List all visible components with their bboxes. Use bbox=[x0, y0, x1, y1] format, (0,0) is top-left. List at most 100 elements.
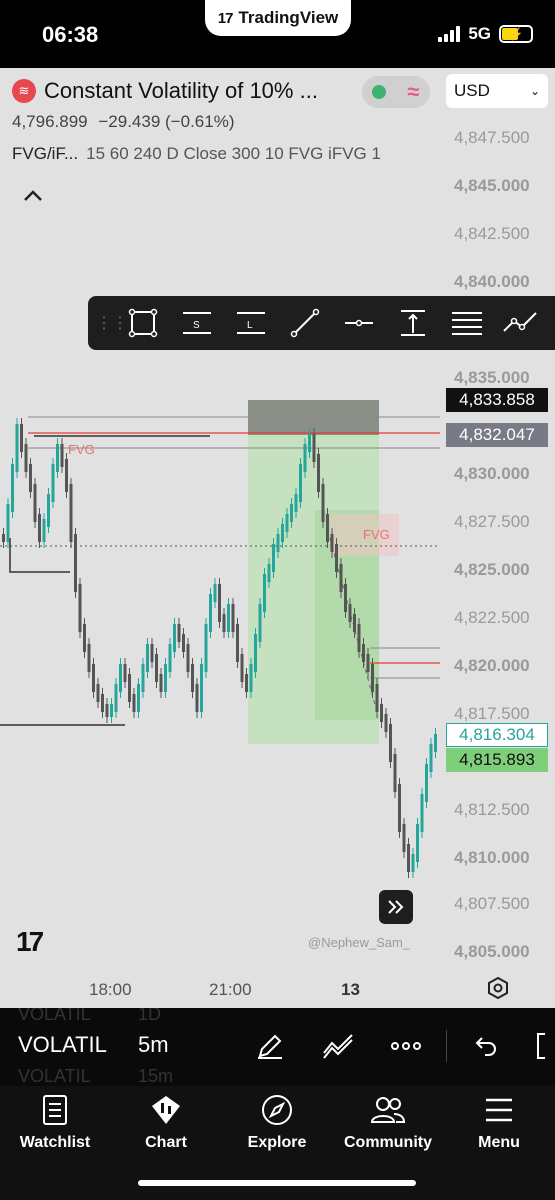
candle-body bbox=[24, 444, 28, 472]
svg-text:S: S bbox=[193, 320, 200, 331]
candle-body bbox=[294, 494, 298, 512]
symbol-search-button[interactable]: VOLATIL bbox=[18, 1032, 107, 1058]
ghost-symbol-above: VOLATIL bbox=[18, 1008, 91, 1024]
status-bar: 06:38 17 TradingView 5G ⚡ bbox=[0, 0, 555, 68]
candle-body bbox=[11, 464, 14, 512]
drawing-toolbar[interactable]: ⋮⋮ S L bbox=[88, 296, 555, 350]
interval-button[interactable]: 5m bbox=[138, 1032, 169, 1058]
price-axis-label: 4,820.000 bbox=[454, 656, 530, 675]
candle-body bbox=[254, 634, 257, 672]
tab-watchlist[interactable]: Watchlist bbox=[0, 1094, 110, 1152]
tab-label-community: Community bbox=[344, 1134, 432, 1151]
drawing-pen-icon[interactable] bbox=[252, 1028, 288, 1064]
candle-body bbox=[51, 464, 55, 502]
candle-body bbox=[213, 584, 217, 602]
candle-body bbox=[60, 444, 64, 467]
candle-body bbox=[308, 434, 311, 452]
indicator-legend[interactable]: FVG/iF... 15 60 240 D Close 300 10 FVG iF… bbox=[12, 144, 442, 164]
candle-body bbox=[222, 614, 226, 632]
chart-settings-icon[interactable] bbox=[486, 976, 510, 1000]
candle-body bbox=[281, 524, 284, 542]
candle-body bbox=[74, 534, 77, 592]
symbol-name[interactable]: Constant Volatility of 10% ... bbox=[44, 78, 318, 104]
dynamic-island-app-badge[interactable]: 17 TradingView bbox=[205, 0, 351, 36]
price-badge-level-b: 4,832.047 bbox=[446, 423, 548, 447]
candle-body bbox=[326, 514, 329, 542]
candle-body bbox=[96, 684, 100, 702]
tab-chart[interactable]: Chart bbox=[111, 1094, 221, 1152]
indicators-icon[interactable] bbox=[320, 1028, 356, 1064]
candle-body bbox=[272, 544, 275, 572]
price-change: −29.439 (−0.61%) bbox=[98, 112, 235, 131]
candle-body bbox=[173, 624, 176, 652]
candle-body bbox=[245, 674, 248, 692]
candle-body bbox=[38, 514, 41, 542]
more-options-icon[interactable] bbox=[388, 1028, 424, 1064]
candle-body bbox=[105, 704, 109, 717]
currency-select[interactable]: USD ⌄ bbox=[446, 74, 548, 108]
quote-row: 4,796.899 −29.439 (−0.61%) bbox=[12, 112, 442, 132]
price-axis-label: 4,810.000 bbox=[454, 848, 530, 867]
trendline-icon[interactable] bbox=[278, 296, 332, 350]
candle-body bbox=[155, 654, 158, 682]
candle-body bbox=[371, 664, 374, 692]
fvg-label-left: FVG bbox=[68, 442, 95, 457]
price-range-icon[interactable] bbox=[386, 296, 440, 350]
bottom-tab-bar[interactable]: Watchlist Chart Explore Community Menu bbox=[0, 1086, 555, 1200]
candle-body bbox=[177, 624, 181, 642]
candle-body bbox=[29, 464, 32, 492]
rectangle-icon[interactable] bbox=[116, 296, 170, 350]
candle-body bbox=[344, 584, 347, 612]
fvg-label-right: FVG bbox=[363, 527, 390, 542]
candle-body bbox=[362, 644, 365, 662]
level-lines-icon[interactable]: L bbox=[224, 296, 278, 350]
candle-body bbox=[335, 544, 338, 572]
chart-area[interactable]: FVG FVG ≋ Constant Volatility of 10% ...… bbox=[0, 68, 555, 1008]
candle-body bbox=[258, 604, 262, 642]
candle-body bbox=[56, 444, 59, 472]
chart-bottom-toolbar[interactable]: VOLATIL 1D VOLATIL 5m VOLATIL 15m bbox=[0, 1008, 555, 1086]
candle-body bbox=[2, 534, 5, 542]
candle-body bbox=[195, 684, 199, 712]
candle-body bbox=[159, 674, 163, 692]
candle-body bbox=[78, 584, 82, 632]
tab-explore[interactable]: Explore bbox=[222, 1094, 332, 1152]
candle-body bbox=[110, 704, 113, 717]
candle-body bbox=[357, 624, 361, 652]
candle-body bbox=[425, 764, 428, 802]
tab-community[interactable]: Community bbox=[333, 1094, 443, 1152]
status-indicators: 5G ⚡ bbox=[438, 24, 533, 44]
collapse-legend-chevron-icon[interactable] bbox=[22, 186, 44, 209]
fullscreen-icon[interactable] bbox=[532, 1028, 555, 1064]
price-axis-label: 4,807.500 bbox=[454, 894, 530, 913]
network-label: 5G bbox=[468, 24, 491, 43]
candle-body bbox=[276, 534, 280, 552]
price-badge-level-a: 4,833.858 bbox=[446, 388, 548, 412]
toolbar-divider bbox=[446, 1030, 447, 1062]
support-lines-icon[interactable]: S bbox=[170, 296, 224, 350]
candle-body bbox=[231, 604, 235, 632]
tab-label-watchlist: Watchlist bbox=[19, 1134, 91, 1151]
candle-body bbox=[285, 514, 289, 532]
candle-body bbox=[330, 534, 334, 552]
time-label-day: 13 bbox=[341, 980, 360, 999]
price-axis-label: 4,840.000 bbox=[454, 272, 530, 291]
market-status-toggle[interactable]: ≈ bbox=[362, 76, 430, 108]
horizontal-line-icon[interactable] bbox=[332, 296, 386, 350]
candle-body bbox=[123, 664, 127, 682]
price-axis-label: 4,847.500 bbox=[454, 128, 530, 147]
scroll-to-realtime-button[interactable] bbox=[379, 890, 413, 924]
svg-text:L: L bbox=[247, 320, 253, 331]
parallel-lines-icon[interactable] bbox=[440, 296, 494, 350]
indicator-args: 15 60 240 D Close 300 10 FVG iFVG 1 bbox=[86, 144, 381, 163]
price-axis-label: 4,825.000 bbox=[454, 560, 530, 579]
undo-icon[interactable] bbox=[468, 1028, 504, 1064]
path-icon[interactable] bbox=[494, 296, 548, 350]
menu-icon bbox=[486, 1098, 512, 1122]
tab-menu[interactable]: Menu bbox=[444, 1094, 554, 1152]
indicator-name[interactable]: FVG/iF... bbox=[12, 144, 78, 163]
drag-handle-icon[interactable]: ⋮⋮ bbox=[96, 313, 128, 333]
candle-body bbox=[411, 854, 415, 872]
chart-icon bbox=[152, 1096, 180, 1124]
symbol-logo-icon: ≋ bbox=[12, 79, 36, 103]
